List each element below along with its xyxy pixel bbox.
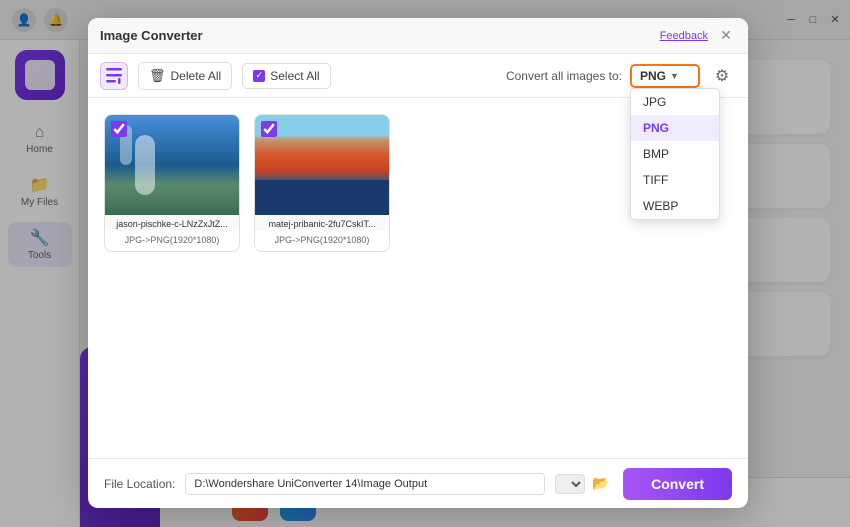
file-location-label: File Location:: [104, 477, 175, 491]
format-selected-value: PNG: [640, 69, 666, 83]
image-card-1-checkbox[interactable]: [111, 121, 127, 137]
convert-button[interactable]: Convert: [623, 468, 732, 500]
file-location-input[interactable]: [185, 473, 545, 495]
image-card-2-label: JPG->PNG(1920*1080): [255, 231, 389, 251]
modal-footer: File Location: 📂 Convert: [88, 458, 748, 508]
convert-all-label: Convert all images to:: [506, 69, 622, 83]
modal-titlebar: Image Converter Feedback ✕: [88, 18, 748, 54]
format-option-webp[interactable]: WEBP: [631, 193, 719, 219]
image-converter-modal: Image Converter Feedback ✕ 🗑 Delete All: [88, 18, 748, 508]
modal-toolbar: 🗑 Delete All ✓ Select All Convert all im…: [88, 54, 748, 98]
format-dropdown-menu: JPG PNG BMP TIFF WEBP: [630, 88, 720, 220]
format-option-png[interactable]: PNG: [631, 115, 719, 141]
delete-all-button[interactable]: 🗑 Delete All: [138, 62, 232, 90]
toolbar-right: Convert all images to: PNG ▼ JPG PNG BMP…: [506, 62, 736, 90]
modal-close-button[interactable]: ✕: [716, 26, 736, 46]
format-option-bmp[interactable]: BMP: [631, 141, 719, 167]
app-background: 👤 🔔 ─ □ ✕ ⌂ Home 📁 My Files 🔧 Too: [0, 0, 850, 527]
image-card-2-checkbox[interactable]: [261, 121, 277, 137]
location-dropdown[interactable]: [555, 474, 585, 494]
browse-folder-button[interactable]: 📂: [589, 472, 613, 496]
format-dropdown[interactable]: PNG ▼: [630, 64, 700, 88]
image-card-2: matej-pribanic-2fu7CskIT... JPG->PNG(192…: [254, 114, 390, 252]
select-all-button[interactable]: ✓ Select All: [242, 63, 330, 89]
modal-title: Image Converter: [100, 28, 203, 43]
image-card-1: jason-pischke-c-LNzZxJtZ... JPG->PNG(192…: [104, 114, 240, 252]
dropdown-arrow-icon: ▼: [670, 71, 679, 81]
format-option-tiff[interactable]: TIFF: [631, 167, 719, 193]
settings-button[interactable]: ⚙: [708, 62, 736, 90]
format-option-jpg[interactable]: JPG: [631, 89, 719, 115]
feedback-link[interactable]: Feedback: [660, 30, 708, 42]
format-dropdown-wrapper: PNG ▼ JPG PNG BMP TIFF WEBP: [630, 64, 700, 88]
image-card-2-filename: matej-pribanic-2fu7CskIT...: [255, 215, 389, 231]
select-all-label: Select All: [270, 69, 319, 83]
delete-icon: 🗑: [149, 68, 166, 84]
delete-all-label: Delete All: [171, 69, 222, 83]
select-checkbox-icon: ✓: [253, 70, 265, 82]
add-images-button[interactable]: [100, 62, 128, 90]
image-card-1-filename: jason-pischke-c-LNzZxJtZ...: [105, 215, 239, 231]
image-card-1-label: JPG->PNG(1920*1080): [105, 231, 239, 251]
